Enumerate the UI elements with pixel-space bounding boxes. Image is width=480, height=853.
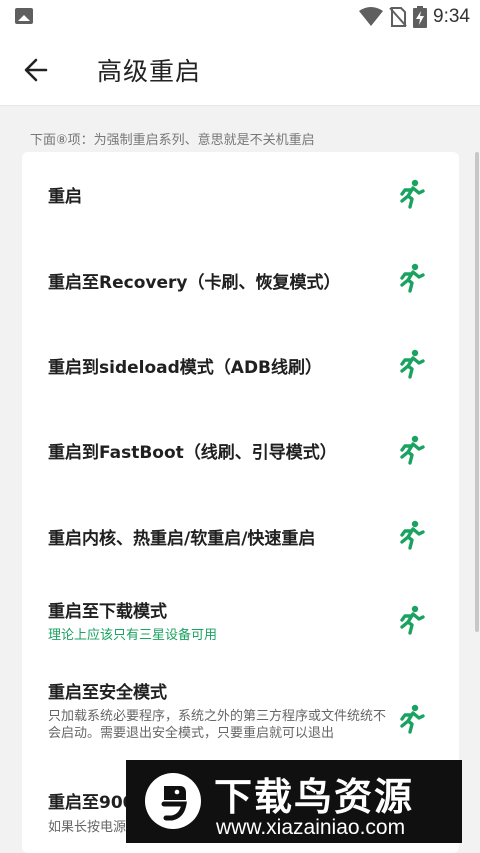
running-man-icon[interactable] (398, 520, 426, 550)
gallery-icon (15, 8, 33, 24)
page-title: 高级重启 (97, 57, 202, 86)
reboot-option-reboot[interactable]: 重启 (22, 152, 459, 236)
back-arrow-icon[interactable] (20, 54, 54, 86)
option-label: 重启 (48, 187, 82, 207)
reboot-options-list: 重启 重启至Recovery（卡刷、恢复模式） 重启到sideload模式（AD… (22, 152, 459, 853)
watermark-banner: 下载鸟资源 www.xiazainiao.com (126, 760, 462, 843)
no-sim-icon (389, 7, 407, 27)
option-label: 重启内核、热重启/软重启/快速重启 (48, 529, 316, 549)
running-man-icon[interactable] (398, 349, 426, 379)
section-hint: 下面⑧项：为强制重启系列、意思就是不关机重启 (30, 133, 315, 148)
running-man-icon[interactable] (398, 605, 426, 635)
scrollbar[interactable] (475, 152, 479, 632)
option-label: 重启到sideload模式（ADB线刷） (48, 358, 323, 378)
battery-charging-icon (413, 6, 428, 28)
option-note: 只加载系统必要程序，系统之外的第三方程序或文件统统不会启动。需要退出安全模式，只… (48, 709, 387, 741)
running-man-icon[interactable] (398, 179, 426, 209)
reboot-option-download-mode[interactable]: 重启至下载模式 理论上应该只有三星设备可用 (22, 578, 459, 668)
wifi-icon (359, 7, 384, 26)
status-time: 9:34 (433, 6, 470, 27)
reboot-option-hot-reboot[interactable]: 重启内核、热重启/软重启/快速重启 (22, 493, 459, 578)
reboot-option-recovery[interactable]: 重启至Recovery（卡刷、恢复模式） (22, 236, 459, 322)
bird-logo-icon (145, 773, 201, 829)
option-label: 重启至下载模式 (48, 602, 167, 622)
option-label: 重启至Recovery（卡刷、恢复模式） (48, 273, 341, 293)
reboot-option-sideload[interactable]: 重启到sideload模式（ADB线刷） (22, 322, 459, 407)
app-bar: 高级重启 (0, 34, 480, 106)
watermark-url: www.xiazainiao.com (216, 816, 406, 839)
option-label: 重启到FastBoot（线刷、引导模式） (48, 443, 337, 463)
status-bar: 9:34 (0, 0, 480, 34)
running-man-icon[interactable] (398, 704, 426, 734)
running-man-icon[interactable] (398, 263, 426, 293)
option-label: 重启至安全模式 (48, 683, 167, 703)
watermark-title: 下载鸟资源 (214, 775, 415, 819)
reboot-option-fastboot[interactable]: 重启到FastBoot（线刷、引导模式） (22, 407, 459, 493)
running-man-icon[interactable] (398, 435, 426, 465)
option-note: 理论上应该只有三星设备可用 (48, 628, 218, 643)
